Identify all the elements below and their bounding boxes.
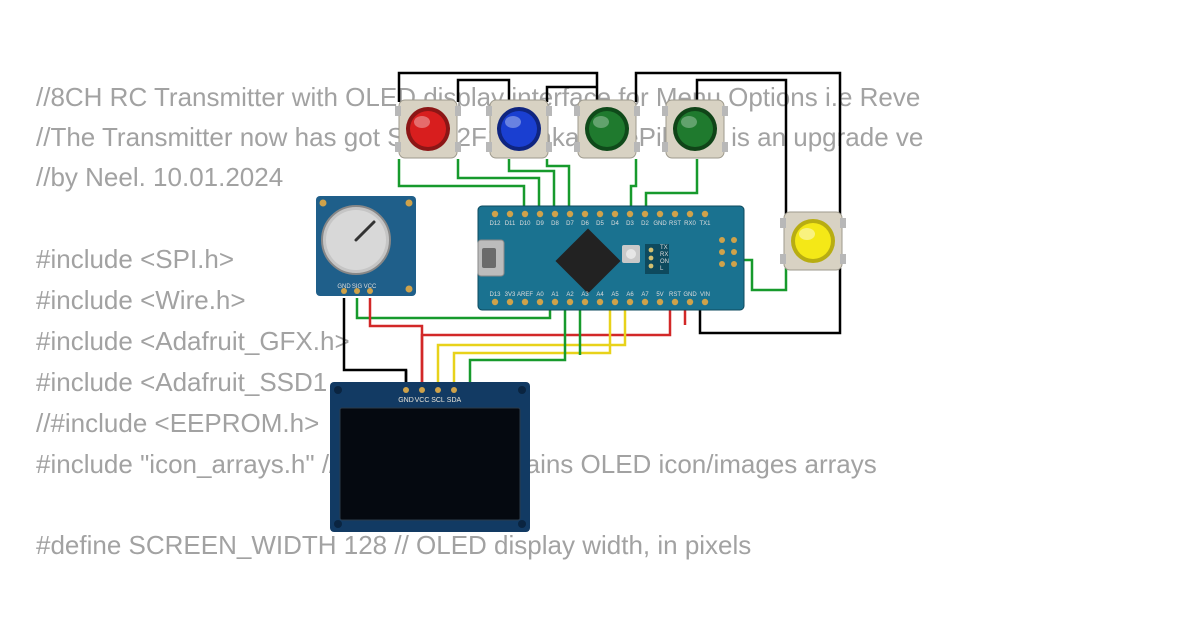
svg-text:TX1: TX1: [699, 221, 711, 227]
svg-text:A5: A5: [611, 292, 619, 298]
svg-text:AREF: AREF: [517, 292, 533, 298]
svg-text:A0: A0: [536, 292, 544, 298]
oled-module[interactable]: GND VCC SCL SDA: [330, 382, 530, 532]
svg-text:D2: D2: [641, 221, 649, 227]
svg-text:A1: A1: [551, 292, 559, 298]
svg-text:GND: GND: [653, 221, 667, 227]
arduino-nano[interactable]: D12 D11 D10 D9 D8 D7 D6 D5 D4 D3 D2 GND …: [478, 206, 744, 310]
nano-top-labels: D12 D11 D10 D9 D8 D7 D6 D5 D4 D3 D2 GND …: [489, 221, 711, 227]
nano-bottom-pins: [492, 299, 708, 305]
svg-text:A2: A2: [566, 292, 574, 298]
svg-text:ON: ON: [660, 259, 669, 265]
svg-text:D3: D3: [626, 221, 634, 227]
pot-pin-sig: SIG: [352, 284, 363, 290]
svg-text:RX0: RX0: [684, 221, 696, 227]
oled-pin-gnd: GND: [398, 397, 414, 404]
oled-pin-sda: SDA: [447, 397, 462, 404]
components-layer: GND SIG VCC: [0, 0, 1200, 630]
button-yellow[interactable]: [780, 212, 846, 270]
svg-text:RST: RST: [669, 221, 681, 227]
oled-pin-vcc: VCC: [415, 397, 430, 404]
svg-text:RX: RX: [660, 252, 668, 258]
svg-text:D9: D9: [536, 221, 544, 227]
svg-text:5V: 5V: [656, 292, 663, 298]
svg-text:D5: D5: [596, 221, 604, 227]
svg-text:A6: A6: [626, 292, 634, 298]
svg-text:VIN: VIN: [700, 292, 710, 298]
svg-text:3V3: 3V3: [505, 292, 516, 298]
svg-text:D11: D11: [505, 221, 516, 227]
nano-top-pins: [492, 211, 708, 217]
svg-text:A3: A3: [581, 292, 589, 298]
svg-text:D10: D10: [519, 221, 531, 227]
nano-bottom-labels: D13 3V3 AREF A0 A1 A2 A3 A4 A5 A6 A7 5V …: [489, 292, 710, 298]
button-unseen[interactable]: [662, 100, 728, 158]
svg-text:D12: D12: [489, 221, 501, 227]
svg-text:A4: A4: [596, 292, 604, 298]
potentiometer-module[interactable]: GND SIG VCC: [316, 196, 416, 296]
button-red[interactable]: [395, 100, 461, 158]
svg-text:RST: RST: [669, 292, 681, 298]
svg-text:D8: D8: [551, 221, 559, 227]
svg-text:D4: D4: [611, 221, 619, 227]
button-green[interactable]: [574, 100, 640, 158]
svg-text:A7: A7: [641, 292, 649, 298]
svg-text:D7: D7: [566, 221, 574, 227]
svg-text:GND: GND: [683, 292, 697, 298]
svg-text:TX: TX: [660, 245, 668, 251]
svg-text:D6: D6: [581, 221, 589, 227]
pot-pin-vcc: VCC: [364, 284, 377, 290]
oled-pin-scl: SCL: [431, 397, 445, 404]
pot-pin-gnd: GND: [337, 284, 351, 290]
svg-text:D13: D13: [489, 292, 501, 298]
button-blue[interactable]: [486, 100, 552, 158]
